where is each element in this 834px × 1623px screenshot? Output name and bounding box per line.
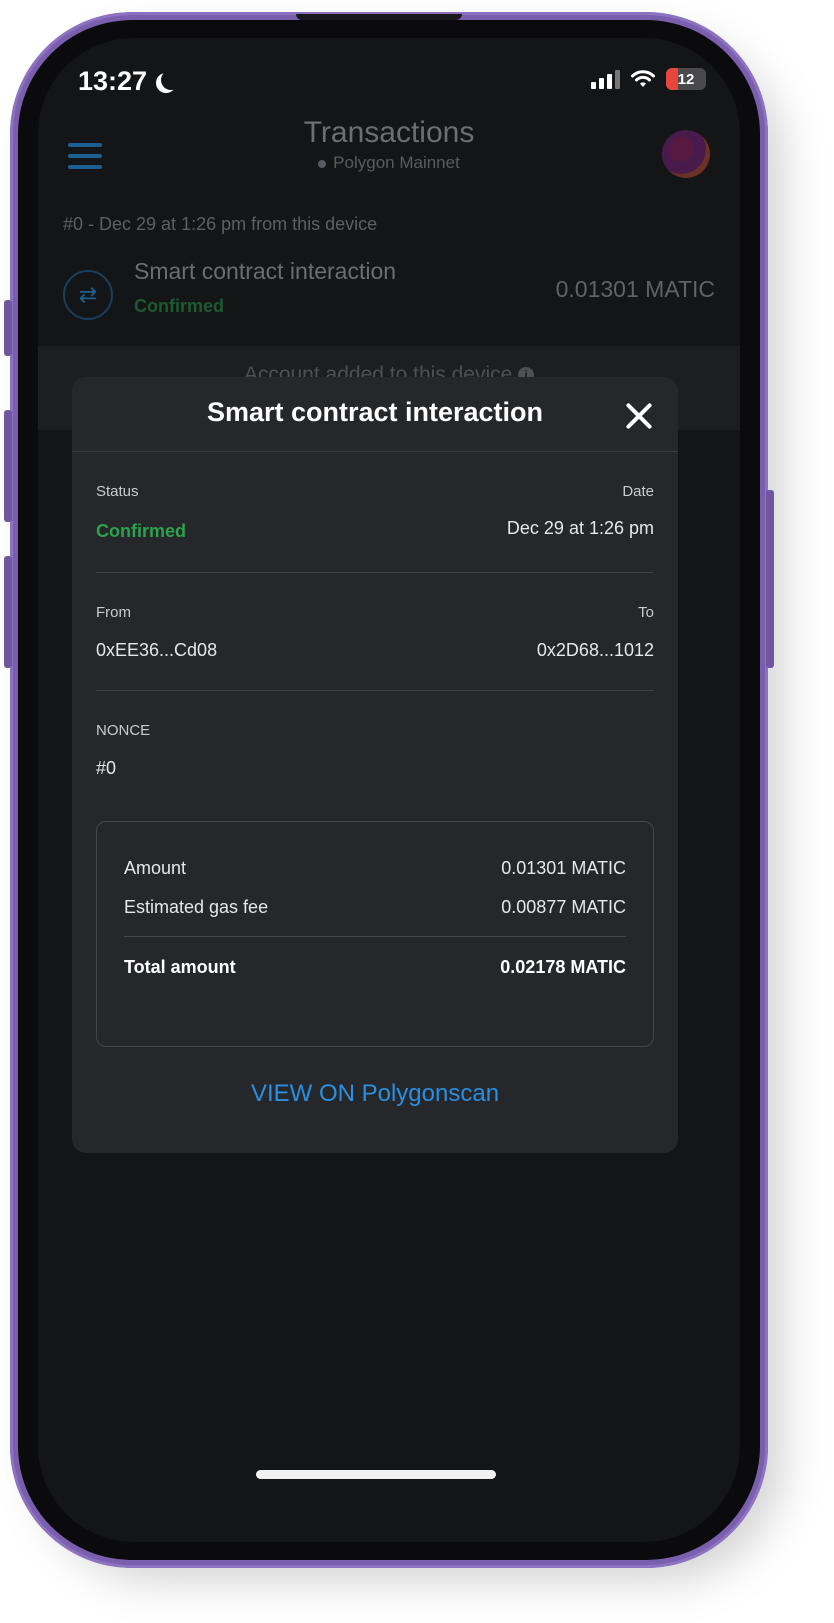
- phone-screen: 13:27 12 Transactions Polygon Mainnet #0…: [38, 38, 740, 1542]
- modal-header-divider: [72, 451, 678, 452]
- transaction-list-item[interactable]: ⇄ Smart contract interaction Confirmed 0…: [38, 250, 740, 346]
- from-label: From: [96, 604, 131, 621]
- nonce-value: #0: [96, 758, 117, 778]
- side-button-power: [766, 490, 774, 668]
- cellular-signal-icon: [591, 69, 620, 89]
- transaction-title: Smart contract interaction: [134, 258, 397, 284]
- moon-icon: [161, 70, 181, 90]
- network-name: Polygon Mainnet: [333, 153, 460, 172]
- battery-icon: 12: [666, 68, 706, 90]
- amount-label: Amount: [124, 858, 187, 878]
- top-sensor: [296, 14, 462, 20]
- transaction-status: Confirmed: [134, 296, 224, 316]
- gas-fee-label: Estimated gas fee: [124, 897, 269, 917]
- home-indicator[interactable]: [256, 1470, 496, 1479]
- wifi-icon: [631, 70, 655, 87]
- gas-fee-value: 0.00877 MATIC: [501, 897, 626, 917]
- transaction-meta: #0 - Dec 29 at 1:26 pm from this device: [63, 214, 378, 234]
- total-amount-value: 0.02178 MATIC: [500, 957, 626, 977]
- date-value: Dec 29 at 1:26 pm: [506, 518, 654, 538]
- side-button-volume-down: [4, 556, 12, 668]
- to-address[interactable]: 0x2D68...1012: [537, 640, 654, 661]
- transaction-details-modal: Smart contract interaction Status Date C…: [72, 377, 678, 1153]
- divider: [96, 690, 654, 691]
- summary-divider: [124, 936, 626, 937]
- transaction-amount: 0.01301 MATIC: [555, 276, 715, 302]
- close-icon[interactable]: [624, 401, 654, 431]
- contract-interaction-icon: ⇄: [63, 270, 113, 320]
- network-indicator[interactable]: Polygon Mainnet: [38, 153, 740, 173]
- from-address[interactable]: 0xEE36...Cd08: [96, 640, 217, 661]
- side-button-action: [4, 300, 12, 356]
- total-amount-label: Total amount: [124, 957, 236, 977]
- account-avatar[interactable]: [662, 130, 710, 178]
- battery-level: 12: [677, 70, 695, 88]
- amount-value: 0.01301 MATIC: [501, 858, 626, 878]
- date-label: Date: [622, 483, 654, 500]
- status-indicators: 12: [591, 68, 706, 90]
- status-value: Confirmed: [96, 521, 186, 541]
- modal-title: Smart contract interaction: [206, 397, 544, 427]
- divider: [96, 572, 654, 573]
- network-dot-icon: [318, 159, 327, 168]
- view-on-polygonscan-link[interactable]: VIEW ON Polygonscan: [72, 1080, 678, 1108]
- nonce-label: NONCE: [96, 722, 151, 739]
- page-title: Transactions: [303, 116, 475, 149]
- amount-summary: Amount 0.01301 MATIC Estimated gas fee 0…: [96, 821, 654, 1047]
- status-label: Status: [96, 483, 139, 500]
- status-time: 13:27: [78, 66, 175, 97]
- side-button-volume-up: [4, 410, 12, 522]
- to-label: To: [638, 604, 654, 621]
- time-text: 13:27: [78, 66, 148, 96]
